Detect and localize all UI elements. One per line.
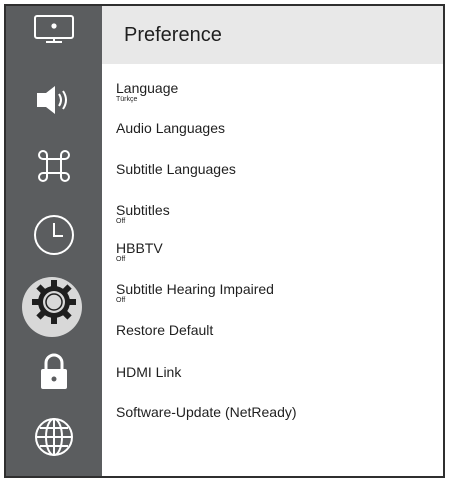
lock-icon bbox=[41, 353, 67, 389]
menu-item-value: Off bbox=[116, 218, 126, 225]
menu-item-subtitles[interactable]: Subtitles Off bbox=[116, 202, 443, 225]
sidebar-item-timer[interactable] bbox=[6, 205, 102, 265]
menu-item-subtitle-languages[interactable]: Subtitle Languages bbox=[116, 161, 443, 177]
menu-item-value: Türkçe bbox=[116, 96, 138, 103]
menu-item-hbbtv[interactable]: HBBTV Off bbox=[116, 240, 443, 263]
preference-panel: Preference Language Türkçe Audio Languag… bbox=[102, 6, 443, 476]
menu-item-label: Subtitle Languages bbox=[116, 161, 236, 177]
menu-item-label: Subtitles bbox=[116, 202, 170, 218]
gear-icon bbox=[32, 280, 76, 324]
panel-header: Preference bbox=[102, 6, 443, 64]
menu-item-value: Off bbox=[116, 256, 126, 263]
menu-item-language[interactable]: Language Türkçe bbox=[116, 80, 443, 103]
menu-item-label: Language bbox=[116, 80, 179, 96]
menu-item-restore-default[interactable]: Restore Default bbox=[116, 322, 443, 338]
sidebar-item-picture[interactable] bbox=[6, 0, 102, 58]
page-title: Preference bbox=[124, 23, 222, 46]
globe-icon bbox=[35, 418, 73, 456]
sidebar-item-apps[interactable] bbox=[6, 136, 102, 196]
sidebar-item-lock[interactable] bbox=[6, 341, 102, 401]
menu-item-value: Off bbox=[116, 297, 126, 304]
menu-item-audio-languages[interactable]: Audio Languages bbox=[116, 120, 443, 136]
clock-icon bbox=[34, 215, 74, 255]
sidebar-item-sound[interactable] bbox=[6, 70, 102, 130]
menu-item-label: HDMI Link bbox=[116, 364, 182, 380]
command-icon bbox=[38, 150, 70, 182]
sidebar-item-network[interactable] bbox=[6, 407, 102, 467]
menu-item-label: HBBTV bbox=[116, 240, 163, 256]
menu-item-software-update[interactable]: Software-Update (NetReady) bbox=[116, 404, 443, 420]
sidebar bbox=[6, 6, 102, 476]
sidebar-item-settings[interactable] bbox=[6, 272, 102, 337]
monitor-icon bbox=[34, 15, 74, 43]
menu-item-label: Audio Languages bbox=[116, 120, 225, 136]
menu-item-subtitle-hearing-impaired[interactable]: Subtitle Hearing Impaired Off bbox=[116, 281, 443, 304]
menu-item-label: Restore Default bbox=[116, 322, 214, 338]
settings-window: Preference Language Türkçe Audio Languag… bbox=[4, 4, 445, 478]
menu-item-hdmi-link[interactable]: HDMI Link bbox=[116, 364, 443, 380]
menu-item-label: Software-Update (NetReady) bbox=[116, 404, 297, 420]
speaker-icon bbox=[37, 86, 67, 114]
menu-item-label: Subtitle Hearing Impaired bbox=[116, 281, 274, 297]
